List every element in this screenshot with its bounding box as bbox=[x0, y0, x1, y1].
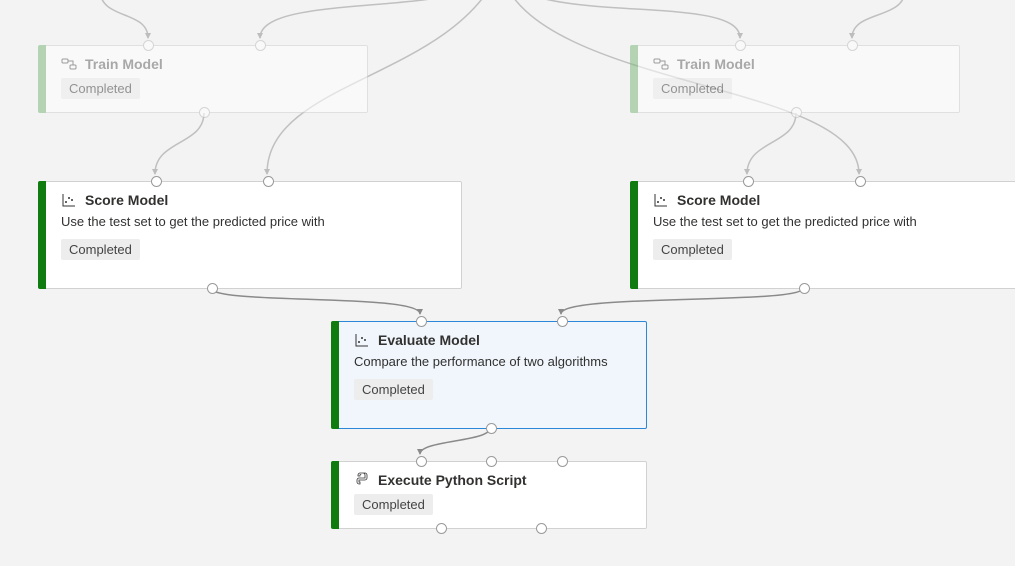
output-port-1[interactable] bbox=[436, 523, 447, 534]
status-badge: Completed bbox=[61, 78, 140, 99]
node-title: Score Model bbox=[677, 192, 760, 208]
status-accent bbox=[38, 45, 46, 113]
input-port-2[interactable] bbox=[557, 316, 568, 327]
module-icon bbox=[61, 56, 77, 72]
node-execute-python-script[interactable]: Execute Python Script Completed bbox=[335, 461, 647, 529]
node-title: Train Model bbox=[677, 56, 755, 72]
status-accent bbox=[630, 45, 638, 113]
scatter-icon bbox=[653, 192, 669, 208]
input-port-3[interactable] bbox=[557, 456, 568, 467]
input-port-2[interactable] bbox=[855, 176, 866, 187]
node-train-model-left[interactable]: Train Model Completed bbox=[42, 45, 368, 113]
node-score-model-right[interactable]: Score Model Use the test set to get the … bbox=[634, 181, 1015, 289]
node-subtitle: Compare the performance of two algorithm… bbox=[354, 354, 634, 371]
input-port-1[interactable] bbox=[416, 316, 427, 327]
node-subtitle: Use the test set to get the predicted pr… bbox=[653, 214, 1015, 231]
output-port[interactable] bbox=[486, 423, 497, 434]
input-port-2[interactable] bbox=[263, 176, 274, 187]
input-port-2[interactable] bbox=[486, 456, 497, 467]
status-accent bbox=[630, 181, 638, 289]
status-accent bbox=[38, 181, 46, 289]
module-icon bbox=[653, 56, 669, 72]
node-title: Execute Python Script bbox=[378, 472, 527, 488]
status-badge: Completed bbox=[653, 239, 732, 260]
output-port[interactable] bbox=[799, 283, 810, 294]
status-accent bbox=[331, 461, 339, 529]
output-port[interactable] bbox=[791, 107, 802, 118]
status-accent bbox=[331, 321, 339, 429]
status-badge: Completed bbox=[354, 379, 433, 400]
output-port-2[interactable] bbox=[536, 523, 547, 534]
scatter-icon bbox=[354, 332, 370, 348]
scatter-icon bbox=[61, 192, 77, 208]
node-score-model-left[interactable]: Score Model Use the test set to get the … bbox=[42, 181, 462, 289]
input-port-1[interactable] bbox=[151, 176, 162, 187]
status-badge: Completed bbox=[653, 78, 732, 99]
input-port-1[interactable] bbox=[735, 40, 746, 51]
node-title: Score Model bbox=[85, 192, 168, 208]
input-port-1[interactable] bbox=[743, 176, 754, 187]
input-port-1[interactable] bbox=[416, 456, 427, 467]
node-title: Evaluate Model bbox=[378, 332, 480, 348]
output-port[interactable] bbox=[199, 107, 210, 118]
node-title: Train Model bbox=[85, 56, 163, 72]
status-badge: Completed bbox=[61, 239, 140, 260]
input-port-2[interactable] bbox=[255, 40, 266, 51]
status-badge: Completed bbox=[354, 494, 433, 515]
python-icon bbox=[354, 472, 370, 488]
input-port-1[interactable] bbox=[143, 40, 154, 51]
output-port[interactable] bbox=[207, 283, 218, 294]
node-train-model-right[interactable]: Train Model Completed bbox=[634, 45, 960, 113]
node-subtitle: Use the test set to get the predicted pr… bbox=[61, 214, 449, 231]
node-evaluate-model[interactable]: Evaluate Model Compare the performance o… bbox=[335, 321, 647, 429]
input-port-2[interactable] bbox=[847, 40, 858, 51]
